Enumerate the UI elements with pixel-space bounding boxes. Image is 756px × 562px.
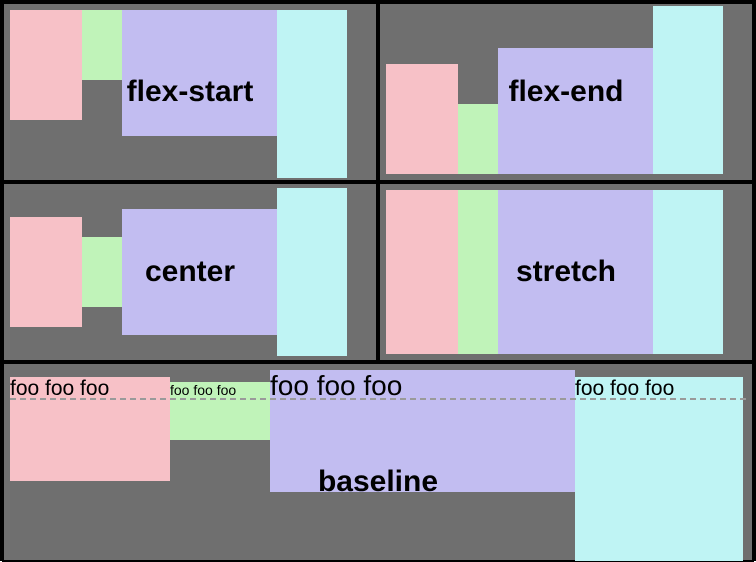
box-cyan: foo foo foo (575, 377, 743, 561)
cell-flex-end: flex-end (378, 2, 754, 182)
box-green (82, 10, 122, 80)
align-items-diagram: flex-start flex-end center stretch foo f… (0, 0, 756, 561)
box-pink (386, 190, 458, 354)
cell-center: center (2, 182, 378, 362)
box-green: foo foo foo (170, 382, 270, 440)
cell-baseline: foo foo foo foo foo foo foo foo foo foo … (2, 362, 754, 562)
box-cyan (277, 10, 347, 178)
box-purple (498, 48, 653, 174)
box-pink (10, 217, 82, 327)
box-purple (122, 10, 277, 136)
cell-stretch: stretch (378, 182, 754, 362)
box-purple (122, 209, 277, 335)
box-green (458, 190, 498, 354)
box-cyan (277, 188, 347, 356)
box-pink (10, 10, 82, 120)
box-purple (498, 190, 653, 354)
cell-flex-start: flex-start (2, 2, 378, 182)
box-green (82, 237, 122, 307)
box-pink (386, 64, 458, 174)
box-cyan (653, 190, 723, 354)
box-cyan (653, 6, 723, 174)
box-purple: foo foo foo (270, 370, 575, 492)
box-green (458, 104, 498, 174)
box-pink: foo foo foo (10, 377, 170, 481)
